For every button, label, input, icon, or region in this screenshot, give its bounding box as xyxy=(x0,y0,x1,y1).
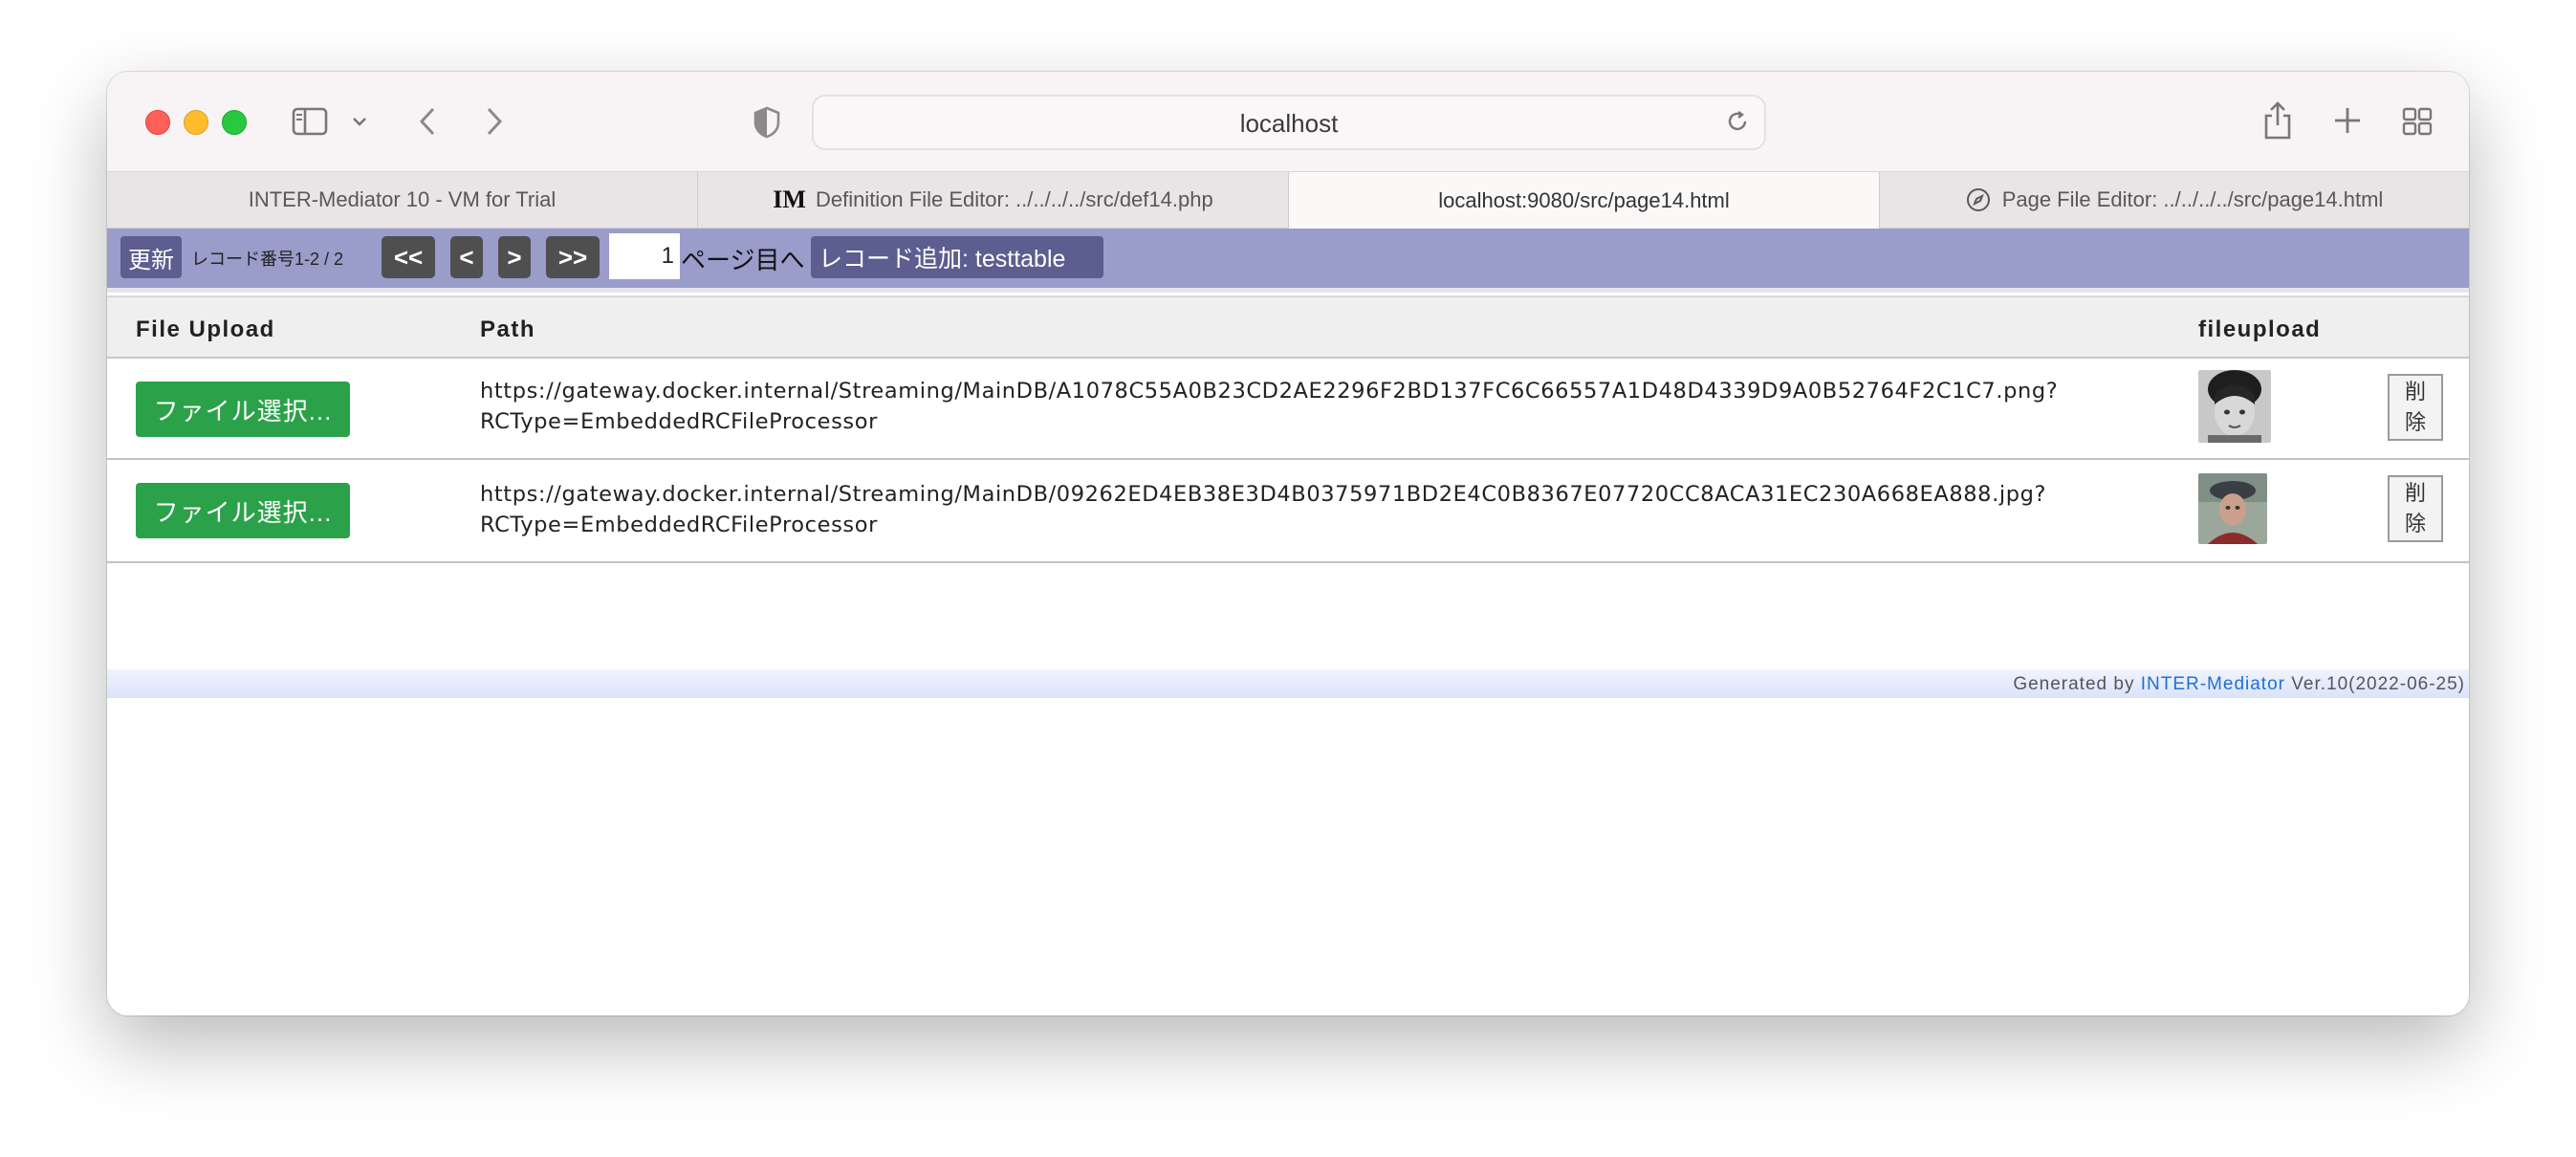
zoom-window-button[interactable] xyxy=(222,110,247,135)
refresh-button[interactable]: 更新 xyxy=(120,236,182,278)
footer-prefix: Generated by xyxy=(2013,674,2141,694)
tab-label: INTER-Mediator 10 - VM for Trial xyxy=(248,187,557,211)
table-row: ファイル選択... https://gateway.docker.interna… xyxy=(107,357,2469,460)
tab-definition-file-editor[interactable]: IM Definition File Editor: ../../../../s… xyxy=(698,172,1289,228)
share-icon[interactable] xyxy=(2260,98,2295,142)
privacy-shield-icon[interactable] xyxy=(750,104,784,141)
file-select-button[interactable]: ファイル選択... xyxy=(136,483,350,538)
column-header-fileupload: fileupload xyxy=(2198,317,2322,342)
compass-icon xyxy=(1966,187,1991,212)
table-row: ファイル選択... https://gateway.docker.interna… xyxy=(107,460,2469,563)
tab-page-file-editor[interactable]: Page File Editor: ../../../../src/page14… xyxy=(1880,172,2469,228)
delete-label-2: 除 xyxy=(2404,410,2426,434)
file-select-button[interactable]: ファイル選択... xyxy=(136,382,350,437)
close-window-button[interactable] xyxy=(145,110,170,135)
footer-version: Ver.10(2022-06-25) xyxy=(2284,674,2465,694)
reload-icon[interactable] xyxy=(1724,108,1751,135)
path-url: https://gateway.docker.internal/Streamin… xyxy=(480,379,2059,404)
minimize-window-button[interactable] xyxy=(184,110,208,135)
last-page-button[interactable]: >> xyxy=(546,236,600,278)
delete-label-2: 除 xyxy=(2404,512,2426,535)
page-footer: Generated by INTER-Mediator Ver.10(2022-… xyxy=(107,669,2469,698)
record-info: レコード番号1-2 / 2 xyxy=(191,250,344,269)
delete-label-1: 削 xyxy=(2404,380,2426,404)
path-value: https://gateway.docker.internal/Streamin… xyxy=(480,376,2058,437)
sidebar-toggle-icon[interactable] xyxy=(291,105,329,138)
delete-label-1: 削 xyxy=(2404,481,2426,505)
back-icon[interactable] xyxy=(413,104,442,139)
first-page-button[interactable]: << xyxy=(382,236,435,278)
page-content: 更新 レコード番号1-2 / 2 << < > >> ページ目へ レコード追加:… xyxy=(107,229,2469,1015)
path-query: RCType=EmbeddedRCFileProcessor xyxy=(480,513,878,537)
page-number-input[interactable] xyxy=(609,233,680,279)
delete-record-button[interactable]: 削除 xyxy=(2388,374,2443,441)
inter-mediator-link[interactable]: INTER-Mediator xyxy=(2141,674,2285,694)
path-value: https://gateway.docker.internal/Streamin… xyxy=(480,479,2046,540)
uploaded-image-thumbnail xyxy=(2198,473,2267,544)
tab-page14[interactable]: localhost:9080/src/page14.html xyxy=(1289,172,1880,229)
tab-label: localhost:9080/src/page14.html xyxy=(1438,187,1730,212)
chevron-down-icon[interactable] xyxy=(348,112,371,131)
browser-window: localhost INTER-Mediator 10 - VM for Tri… xyxy=(107,72,2469,1015)
tab-bar: INTER-Mediator 10 - VM for Trial IM Defi… xyxy=(107,172,2469,229)
tab-label: Definition File Editor: ../../../../src/… xyxy=(815,187,1213,211)
add-record-button[interactable]: レコード追加: testtable xyxy=(811,236,1103,278)
record-navigation-bar: 更新 レコード番号1-2 / 2 << < > >> ページ目へ レコード追加:… xyxy=(107,229,2469,293)
previous-page-button[interactable]: < xyxy=(450,236,483,278)
footer-credit: Generated by INTER-Mediator Ver.10(2022-… xyxy=(2013,674,2465,695)
address-text: localhost xyxy=(1239,109,1339,138)
path-url: https://gateway.docker.internal/Streamin… xyxy=(480,482,2046,507)
browser-toolbar: localhost xyxy=(107,72,2469,172)
new-tab-icon[interactable] xyxy=(2331,104,2364,137)
column-header-file-upload: File Upload xyxy=(136,317,275,342)
address-bar[interactable]: localhost xyxy=(812,95,1766,150)
im-logo-icon: IM xyxy=(773,186,806,213)
column-header-path: Path xyxy=(480,317,536,342)
tab-label: Page File Editor: ../../../../src/page14… xyxy=(2001,187,2384,211)
page-suffix: ページ目へ xyxy=(681,246,805,274)
path-query: RCType=EmbeddedRCFileProcessor xyxy=(480,409,878,434)
uploaded-image-thumbnail xyxy=(2198,370,2271,443)
tab-overview-icon[interactable] xyxy=(2400,104,2434,139)
delete-record-button[interactable]: 削除 xyxy=(2388,475,2443,542)
next-page-button[interactable]: > xyxy=(498,236,531,278)
forward-icon[interactable] xyxy=(480,104,509,139)
table-header: File Upload Path fileupload xyxy=(107,295,2469,359)
tab-inter-mediator-vm[interactable]: INTER-Mediator 10 - VM for Trial xyxy=(107,172,698,228)
